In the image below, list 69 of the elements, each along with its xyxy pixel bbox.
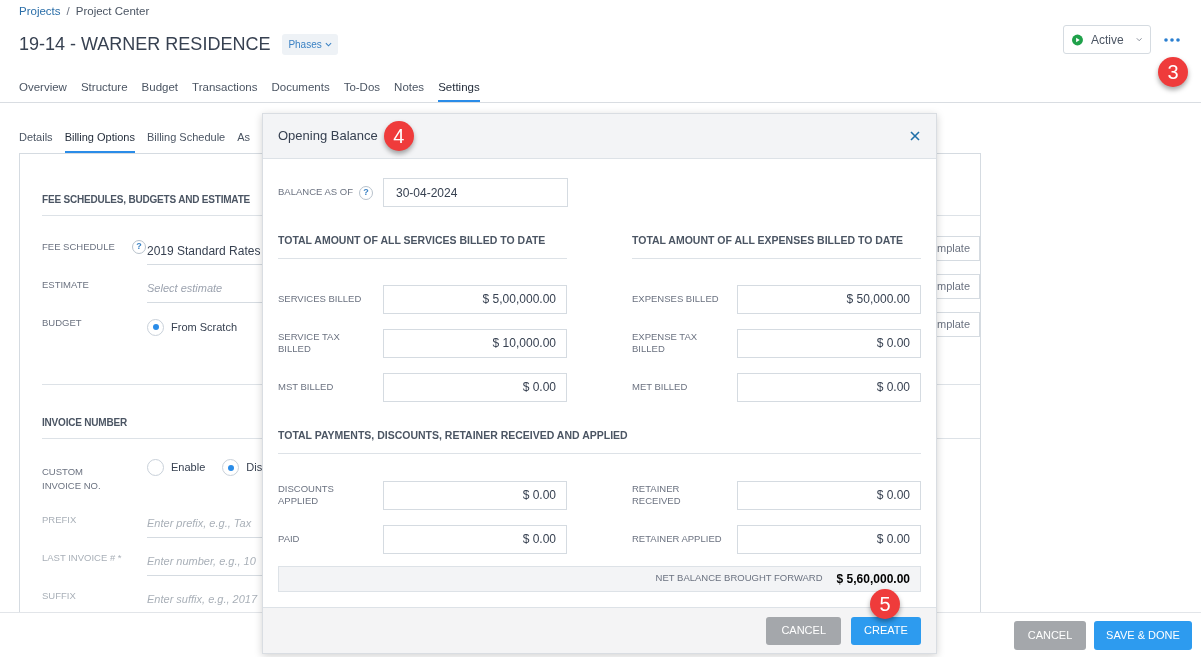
- nav-tab[interactable]: Budget: [141, 71, 179, 102]
- net-balance-label: NET BALANCE BROUGHT FORWARD: [655, 571, 823, 586]
- amount-field[interactable]: $ 0.00: [737, 328, 921, 358]
- amount-field[interactable]: $ 0.00: [383, 524, 567, 554]
- close-icon[interactable]: [909, 130, 921, 142]
- template-button[interactable]: mplate: [937, 312, 980, 337]
- group-title: TOTAL AMOUNT OF ALL SERVICES BILLED TO DATE: [278, 233, 567, 259]
- field-label: MST BILLED: [278, 381, 335, 394]
- template-button[interactable]: mplate: [937, 274, 980, 299]
- date-field[interactable]: 30-04-2024: [383, 178, 568, 207]
- nav-tab[interactable]: Overview: [19, 71, 67, 102]
- amount-field[interactable]: $ 0.00: [737, 372, 921, 402]
- chevron-icon: [1135, 37, 1142, 42]
- radio-label: Enable: [171, 460, 206, 476]
- field-label: ESTIMATE: [42, 278, 90, 292]
- breadcrumb-current: Project Center: [75, 4, 150, 20]
- field-label: EXPENSE TAX BILLED: [632, 331, 699, 356]
- amount-field[interactable]: $ 10,000.00: [383, 328, 567, 358]
- amount-field[interactable]: $ 0.00: [383, 372, 567, 402]
- net-balance-value: $ 5,60,000.00: [836, 570, 910, 588]
- field-label: PAID: [278, 533, 301, 545]
- amount-field[interactable]: $ 50,000.00: [737, 284, 921, 314]
- annotation-badge: 3: [1158, 57, 1188, 87]
- group-title: TOTAL AMOUNT OF ALL EXPENSES BILLED TO DATE: [632, 233, 921, 259]
- status-dropdown[interactable]: Active: [1063, 25, 1151, 54]
- play-icon: [1072, 33, 1083, 46]
- field-label: CUSTOM INVOICE NO.: [42, 465, 102, 493]
- field-label: SUFFIX: [42, 589, 77, 603]
- radio-button[interactable]: [222, 459, 240, 476]
- field-label: LAST INVOICE # *: [42, 551, 122, 565]
- field-label: SERVICES BILLED: [278, 293, 363, 306]
- field-label: SERVICE TAX BILLED: [278, 331, 341, 356]
- radio-label: Dis: [246, 460, 263, 476]
- sub-tab[interactable]: As: [237, 123, 251, 153]
- nav-tab[interactable]: Settings: [438, 71, 480, 102]
- breadcrumb-separator: /: [66, 4, 70, 20]
- phases-button[interactable]: Phases: [282, 33, 338, 55]
- field-label: BUDGET: [42, 316, 83, 330]
- nav-tab[interactable]: To-Dos: [343, 71, 381, 102]
- project-title: 19-14 - WARNER RESIDENCE: [19, 32, 271, 56]
- radio-button[interactable]: [147, 318, 164, 336]
- sub-tab[interactable]: Billing Options: [64, 123, 135, 153]
- radio-button[interactable]: [147, 459, 164, 476]
- nav-tab[interactable]: Structure: [80, 71, 128, 102]
- nav-tab[interactable]: Documents: [271, 71, 330, 102]
- field-label: RETAINER RECEIVED: [632, 483, 682, 507]
- field-label: FEE SCHEDULE: [42, 240, 116, 254]
- sub-tab[interactable]: Details: [19, 123, 53, 153]
- field-label: MET BILLED: [632, 381, 689, 394]
- chevron-icon: [324, 41, 332, 47]
- amount-field[interactable]: $ 0.00: [383, 480, 567, 510]
- more-icon[interactable]: [1164, 37, 1180, 42]
- field-label: RETAINER APPLIED: [632, 533, 723, 545]
- field-label: DISCOUNTS APPLIED: [278, 483, 335, 507]
- field-label: PREFIX: [42, 513, 78, 527]
- nav-tab[interactable]: Notes: [394, 71, 425, 102]
- annotation-badge: 5: [870, 588, 900, 619]
- breadcrumb-link[interactable]: Projects: [19, 3, 61, 21]
- dialog-title: Opening Balance: [278, 127, 378, 146]
- field-label: EXPENSES BILLED: [632, 293, 720, 306]
- amount-field[interactable]: $ 5,00,000.00: [383, 284, 567, 314]
- radio-label: From Scratch: [171, 319, 237, 335]
- group-title: TOTAL PAYMENTS, DISCOUNTS, RETAINER RECEIVED AND APPLIED: [278, 427, 921, 454]
- annotation-badge: 4: [383, 121, 414, 151]
- template-button[interactable]: mplate: [937, 236, 980, 261]
- amount-field[interactable]: $ 0.00: [737, 480, 921, 510]
- amount-field[interactable]: $ 0.00: [737, 524, 921, 554]
- nav-tab[interactable]: Transactions: [192, 71, 258, 102]
- sub-tab[interactable]: Billing Schedule: [146, 123, 226, 153]
